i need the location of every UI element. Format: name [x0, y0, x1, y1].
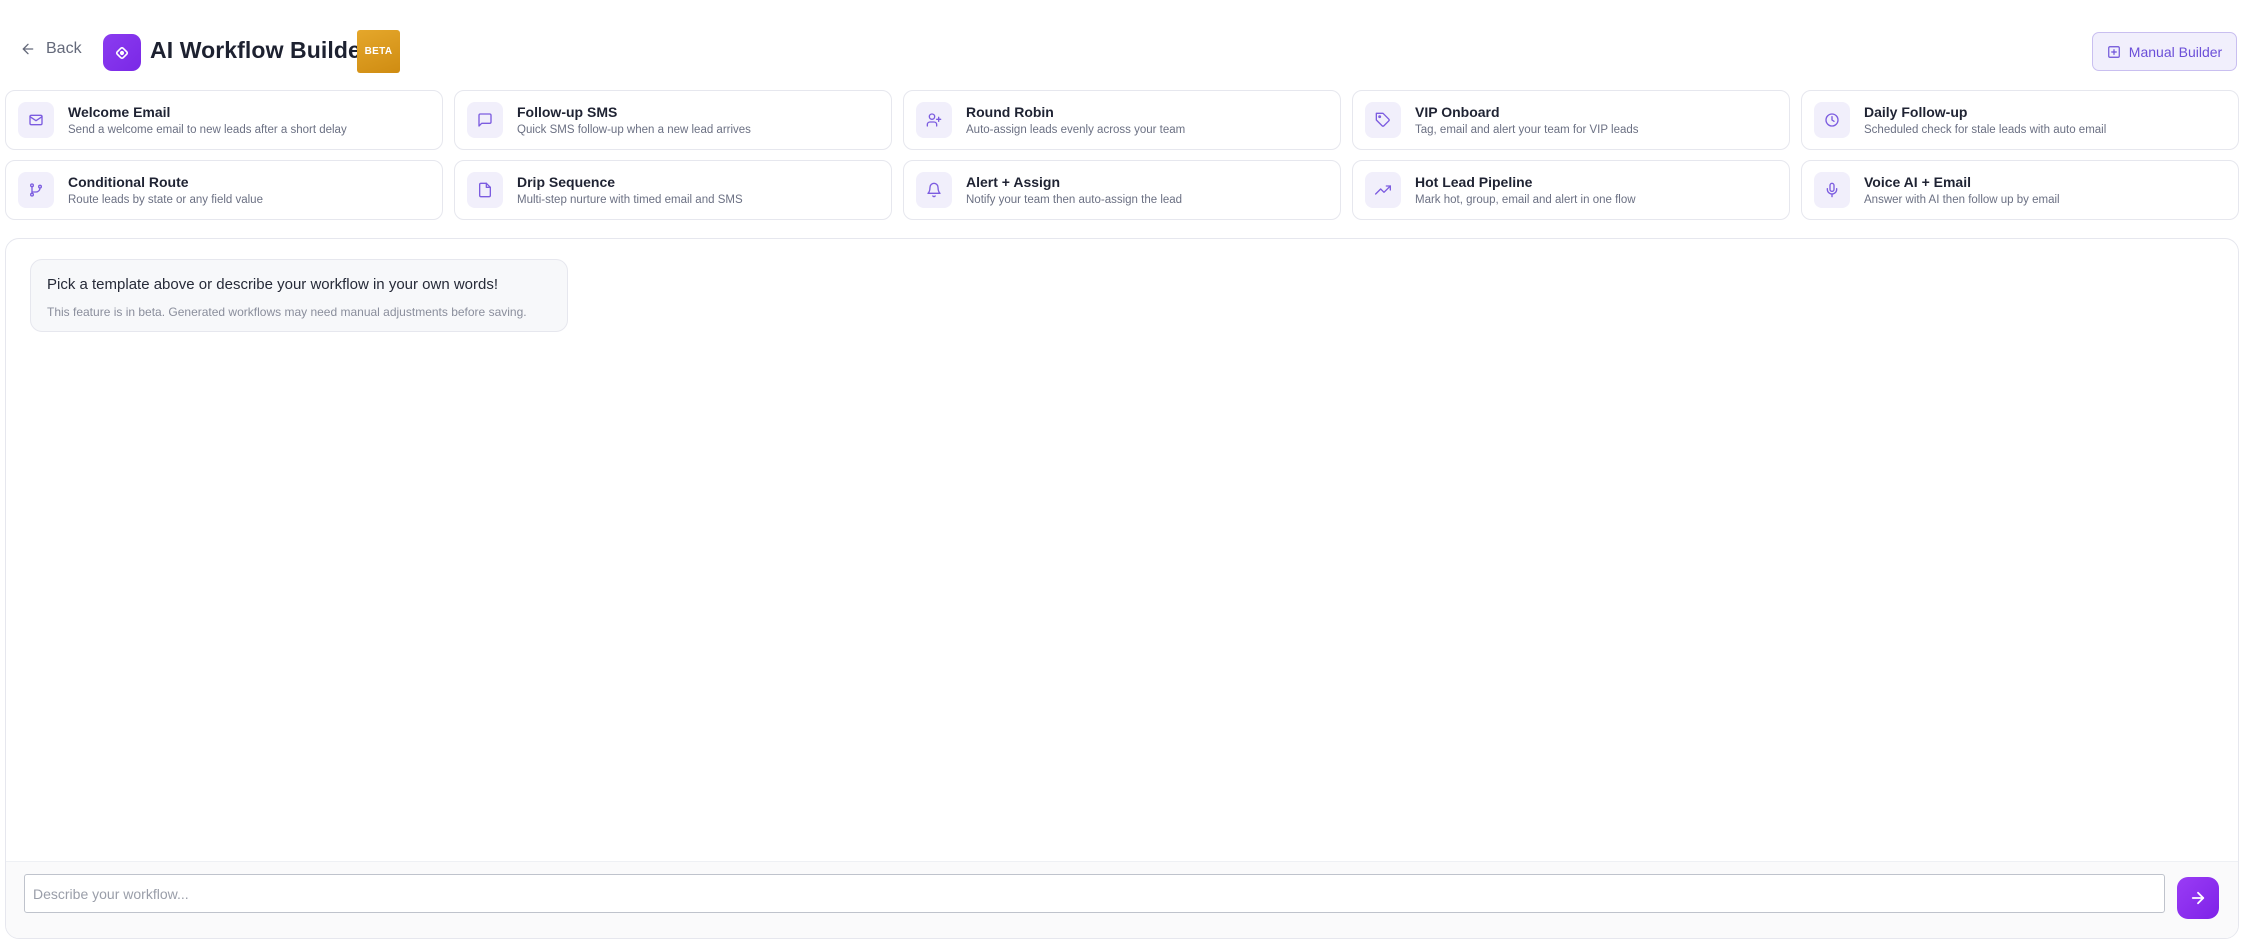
template-name: Voice AI + Email [1864, 173, 1971, 190]
template-card-daily-follow-up[interactable]: Daily Follow-up Scheduled check for stale… [1801, 90, 2239, 150]
manual-builder-button[interactable]: Manual Builder [2092, 32, 2237, 71]
back-label: Back [46, 40, 82, 57]
template-card-voice-ai-email[interactable]: Voice AI + Email Answer with AI then foll… [1801, 160, 2239, 220]
message-icon [478, 113, 492, 127]
workflow-description-input[interactable] [24, 874, 2165, 913]
user-plus-icon [926, 113, 942, 127]
template-card-round-robin[interactable]: Round Robin Auto-assign leads evenly acro… [903, 90, 1341, 150]
beta-note: This feature is in beta. Generated workf… [47, 305, 527, 319]
template-name: Hot Lead Pipeline [1415, 173, 1533, 190]
template-name: Round Robin [966, 103, 1054, 120]
template-name: Daily Follow-up [1864, 103, 1968, 120]
template-description: Scheduled check for stale leads with aut… [1864, 123, 2107, 136]
template-name: Drip Sequence [517, 173, 616, 190]
send-button[interactable] [2177, 877, 2219, 919]
arrow-right-icon [2191, 891, 2205, 905]
template-description: Mark hot, group, email and alert in one … [1415, 193, 1636, 206]
template-name: Follow-up SMS [517, 103, 618, 120]
template-description: Send a welcome email to new leads after … [68, 123, 347, 136]
template-name: VIP Onboard [1415, 103, 1500, 120]
template-card-drip-sequence[interactable]: Drip Sequence Multi-step nurture with tim… [454, 160, 892, 220]
clock-icon [1825, 113, 1839, 127]
template-description: Notify your team then auto-assign the le… [966, 193, 1183, 206]
workflow-logo-icon [103, 34, 141, 71]
template-description: Answer with AI then follow up by email [1864, 193, 2060, 206]
template-description: Tag, email and alert your team for VIP l… [1415, 123, 1639, 136]
mail-icon [29, 114, 43, 126]
template-name: Conditional Route [68, 173, 189, 190]
file-icon [479, 182, 491, 198]
tag-icon [1375, 112, 1390, 127]
template-card-follow-up-sms[interactable]: Follow-up SMS Quick SMS follow-up when a … [454, 90, 892, 150]
template-grid: Welcome Email Send a welcome email to new… [5, 90, 2239, 220]
header: Back AI Workflow Builder BETA Manual Bui… [0, 0, 2249, 90]
branch-icon [30, 183, 42, 197]
template-card-hot-lead-pipeline[interactable]: Hot Lead Pipeline Mark hot, group, email … [1352, 160, 1790, 220]
page-title: AI Workflow Builder [150, 37, 370, 63]
trending-up-icon [1375, 185, 1391, 195]
template-card-alert-assign[interactable]: Alert + Assign Notify your team then auto… [903, 160, 1341, 220]
plus-square-icon [2107, 45, 2120, 58]
template-card-conditional-route[interactable]: Conditional Route Route leads by state or… [5, 160, 443, 220]
composer [6, 861, 2238, 938]
arrow-left-icon [22, 43, 34, 55]
template-name: Welcome Email [68, 103, 171, 120]
template-description: Route leads by state or any field value [68, 193, 263, 206]
template-name: Alert + Assign [966, 173, 1061, 190]
template-description: Multi-step nurture with timed email and … [517, 193, 743, 206]
template-description: Quick SMS follow-up when a new lead arri… [517, 123, 751, 136]
template-card-welcome-email[interactable]: Welcome Email Send a welcome email to new… [5, 90, 443, 150]
manual-builder-label: Manual Builder [2128, 43, 2223, 60]
assistant-message-text: Pick a template above or describe your w… [47, 276, 499, 293]
template-description: Auto-assign leads evenly across your tea… [966, 123, 1186, 136]
back-button[interactable]: Back [20, 40, 82, 58]
template-card-vip-onboard[interactable]: VIP Onboard Tag, email and alert your tea… [1352, 90, 1790, 150]
assistant-message: Pick a template above or describe your w… [30, 259, 568, 332]
bell-icon [927, 182, 941, 198]
mic-icon [1826, 182, 1838, 198]
chat-panel: Pick a template above or describe your w… [5, 238, 2239, 939]
beta-badge: BETA [357, 30, 400, 73]
